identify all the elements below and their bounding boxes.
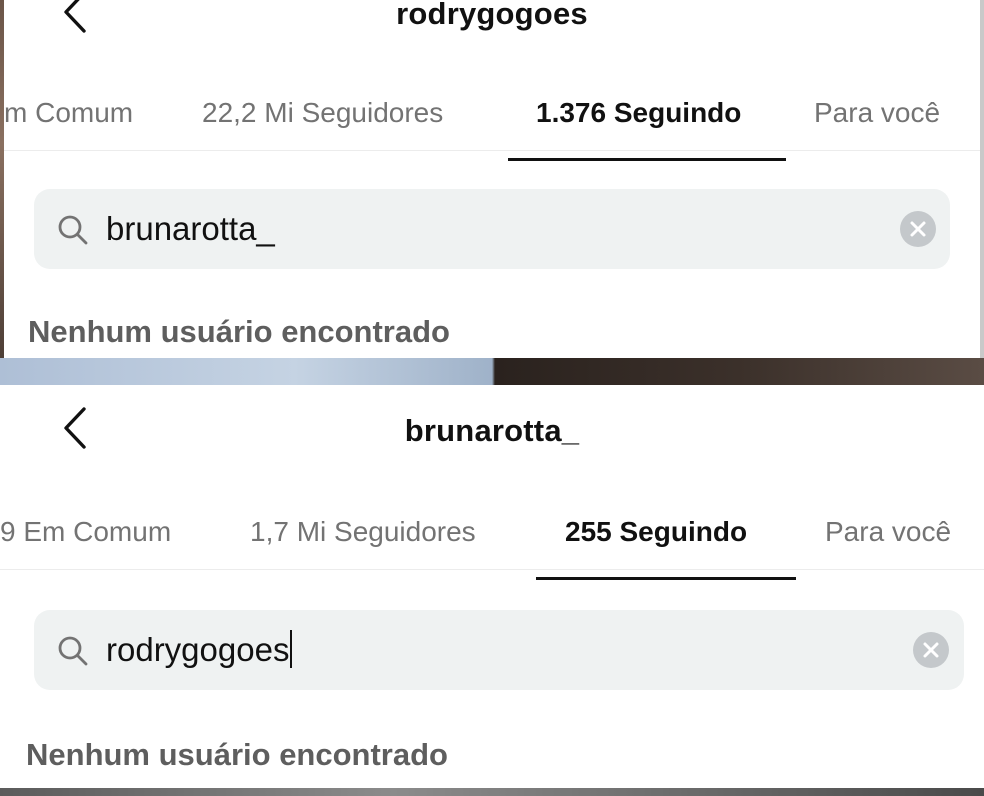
empty-result-message: Nenhum usuário encontrado: [26, 737, 448, 772]
active-tab-indicator: [508, 158, 786, 161]
search-icon: [58, 215, 88, 245]
following-panel-brunarotta: brunarotta_ 9 Em Comum 1,7 Mi Seguidores…: [0, 385, 984, 788]
tab-seguindo[interactable]: 255 Seguindo: [565, 499, 747, 569]
tab-bar: m Comum 22,2 Mi Seguidores 1.376 Seguind…: [4, 80, 980, 161]
clear-search-button[interactable]: [913, 632, 949, 668]
background-photo-strip: [0, 358, 984, 386]
background-photo-edge: [0, 788, 984, 796]
search-input[interactable]: rodrygogoes: [106, 610, 293, 690]
tab-bar: 9 Em Comum 1,7 Mi Seguidores 255 Seguind…: [0, 499, 984, 580]
active-tab-indicator: [536, 577, 796, 580]
background-photo-edge: [980, 0, 984, 360]
close-icon: [923, 642, 939, 658]
tab-seguidores[interactable]: 1,7 Mi Seguidores: [250, 499, 476, 569]
profile-username: rodrygogoes: [396, 0, 588, 31]
search-input-text: rodrygogoes: [106, 631, 290, 668]
search-field[interactable]: brunarotta_: [34, 189, 950, 269]
tab-seguindo[interactable]: 1.376 Seguindo: [536, 80, 741, 150]
search-input[interactable]: brunarotta_: [106, 189, 275, 269]
tab-para-voce[interactable]: Para você: [825, 499, 951, 569]
tab-em-comum[interactable]: 9 Em Comum: [0, 499, 171, 569]
search-field[interactable]: rodrygogoes: [34, 610, 964, 690]
empty-result-message: Nenhum usuário encontrado: [28, 314, 450, 349]
tab-em-comum[interactable]: m Comum: [4, 80, 133, 150]
following-panel-rodrygogoes: rodrygogoes m Comum 22,2 Mi Seguidores 1…: [4, 0, 980, 360]
close-icon: [910, 221, 926, 237]
tab-para-voce[interactable]: Para você: [814, 80, 940, 150]
text-caret: [290, 630, 293, 669]
clear-search-button[interactable]: [900, 211, 936, 247]
profile-username: brunarotta_: [404, 413, 580, 448]
tab-seguidores[interactable]: 22,2 Mi Seguidores: [202, 80, 443, 150]
search-input-text: brunarotta_: [106, 210, 275, 247]
search-icon: [58, 636, 88, 666]
